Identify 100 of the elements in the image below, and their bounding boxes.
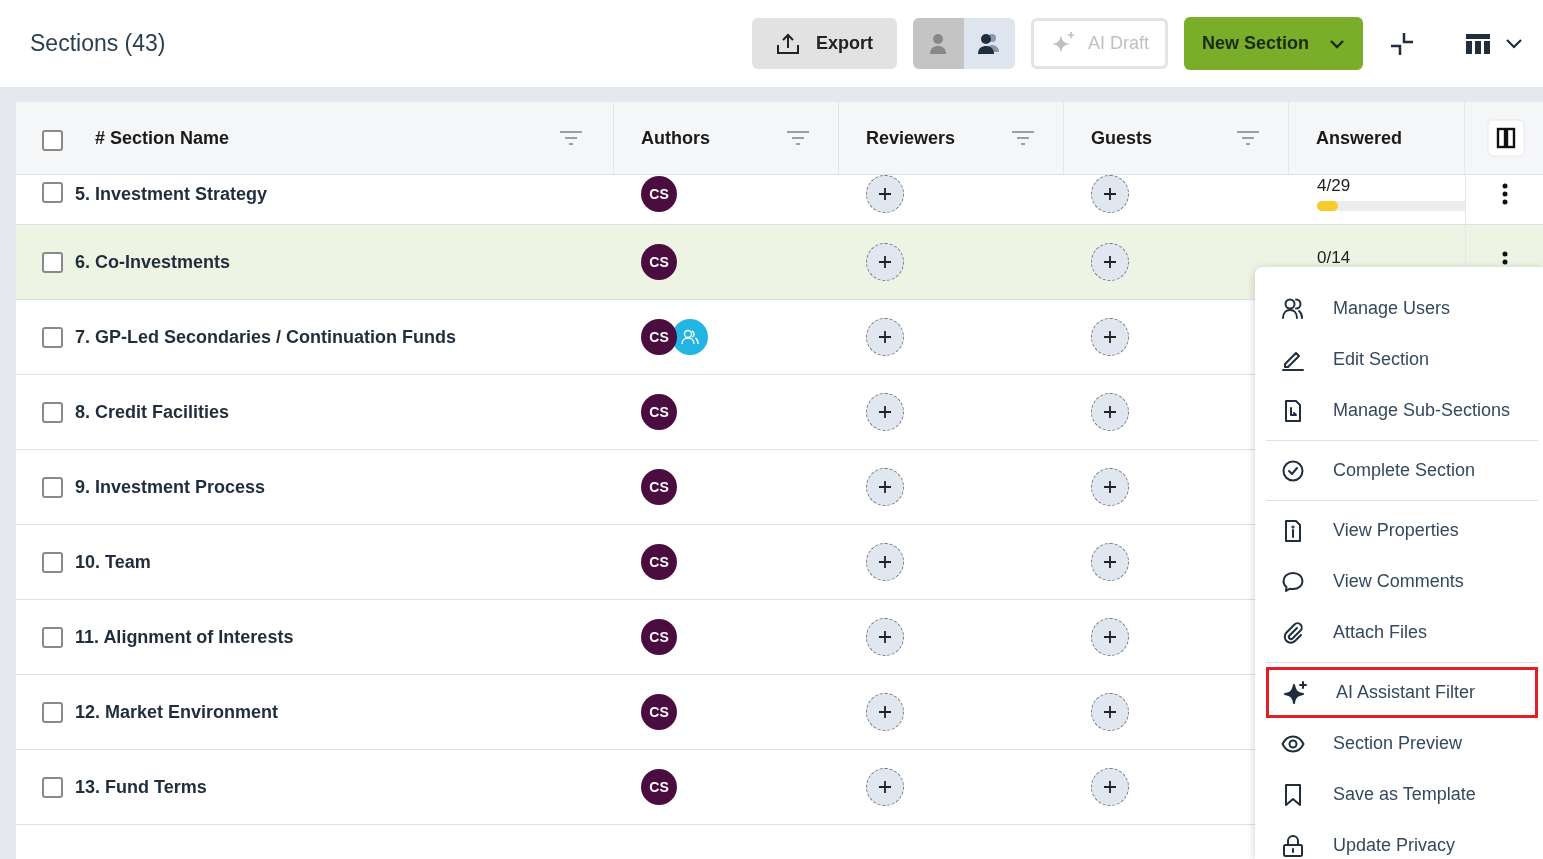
export-button[interactable]: Export	[751, 18, 897, 69]
plus-icon	[879, 188, 891, 200]
author-avatar: CS	[641, 244, 677, 280]
author-avatar: CS	[641, 769, 677, 805]
add-person-button[interactable]	[866, 618, 904, 656]
plus-icon	[1104, 556, 1116, 568]
column-header[interactable]: # Section Name	[95, 124, 230, 152]
view-toggle-button[interactable]	[963, 18, 1015, 69]
add-person-button[interactable]	[866, 318, 904, 356]
plus-icon	[1104, 256, 1116, 268]
lock-icon	[1281, 833, 1305, 858]
view-toggle-button[interactable]	[912, 18, 964, 69]
add-person-button[interactable]	[1091, 468, 1129, 506]
add-person-button[interactable]	[866, 468, 904, 506]
checkbox[interactable]	[42, 129, 63, 151]
selected-row[interactable]: 6. Co-Investments CS 0/14	[16, 225, 1543, 300]
checkbox[interactable]	[42, 401, 63, 423]
people-icon	[681, 329, 699, 345]
add-person-button[interactable]	[1091, 175, 1129, 213]
section-name[interactable]: 7. GP-Led Secondaries / Continuation Funds	[75, 323, 457, 351]
author-avatar: CS	[641, 619, 677, 655]
menu-item[interactable]: Edit Section	[1266, 334, 1538, 385]
columns-icon[interactable]	[1487, 119, 1525, 157]
column-header[interactable]: Guests	[1091, 124, 1153, 152]
plus-icon	[879, 706, 891, 718]
plus-icon	[879, 781, 891, 793]
menu-item[interactable]: View Properties	[1266, 505, 1538, 556]
author-avatar: CS	[641, 469, 677, 505]
table-layout-icon[interactable]	[1465, 32, 1491, 55]
section-name[interactable]: 12. Market Environment	[75, 698, 279, 726]
column-header[interactable]: Answered	[1316, 124, 1403, 152]
answered-count: 0/14	[1317, 247, 1352, 269]
plus-icon	[879, 331, 891, 343]
add-person-button[interactable]	[866, 768, 904, 806]
checkbox[interactable]	[42, 551, 63, 573]
column-header[interactable]: Reviewers	[866, 124, 956, 152]
menu-item[interactable]: Manage Sub-Sections	[1266, 385, 1538, 436]
section-name[interactable]: 11. Alignment of Interests	[75, 623, 294, 651]
plus-icon	[879, 556, 891, 568]
menu-item[interactable]: AI Assistant Filter	[1266, 667, 1538, 718]
column-header[interactable]: Authors	[641, 124, 710, 152]
plus-icon	[1104, 331, 1116, 343]
section-name[interactable]: 10. Team	[75, 548, 151, 576]
add-person-button[interactable]	[1091, 693, 1129, 731]
add-person-button[interactable]	[1091, 618, 1129, 656]
sparkle-icon	[1284, 680, 1308, 705]
add-person-button[interactable]	[1091, 768, 1129, 806]
check-circle-icon	[1281, 458, 1305, 483]
menu-item[interactable]: Complete Section	[1266, 445, 1538, 496]
collapse-icon[interactable]	[1389, 30, 1415, 57]
paperclip-icon	[1281, 620, 1305, 645]
page-title: Sections (43)	[30, 29, 166, 59]
checkbox[interactable]	[42, 776, 63, 798]
section-name[interactable]: 8. Credit Facilities	[75, 398, 230, 426]
section-name[interactable]: 6. Co-Investments	[75, 248, 231, 276]
add-person-button[interactable]	[866, 175, 904, 213]
section-name[interactable]: 9. Investment Process	[75, 473, 266, 501]
checkbox[interactable]	[42, 251, 63, 273]
author-avatar: CS	[641, 394, 677, 430]
plus-icon	[879, 631, 891, 643]
plus-icon	[1104, 631, 1116, 643]
plus-icon	[879, 256, 891, 268]
checkbox[interactable]	[42, 701, 63, 723]
add-person-button[interactable]	[866, 393, 904, 431]
add-person-button[interactable]	[1091, 543, 1129, 581]
section-name[interactable]: 5. Investment Strategy	[75, 181, 268, 208]
add-person-button[interactable]	[1091, 318, 1129, 356]
plus-icon	[879, 406, 891, 418]
menu-item[interactable]: Attach Files	[1266, 607, 1538, 658]
add-person-button[interactable]	[866, 693, 904, 731]
upload-icon	[775, 32, 800, 55]
checkbox[interactable]	[42, 182, 63, 203]
plus-icon	[1104, 706, 1116, 718]
add-person-button[interactable]	[866, 543, 904, 581]
menu-item[interactable]: Save as Template	[1266, 769, 1538, 820]
plus-icon	[1104, 188, 1116, 200]
checkbox[interactable]	[42, 626, 63, 648]
users-icon	[1281, 296, 1305, 321]
plus-icon	[1104, 481, 1116, 493]
people-icon	[977, 32, 1002, 55]
plus-icon	[1104, 781, 1116, 793]
menu-item[interactable]: Section Preview	[1266, 718, 1538, 769]
checkbox[interactable]	[42, 326, 63, 348]
plus-icon	[879, 481, 891, 493]
add-person-button[interactable]	[1091, 393, 1129, 431]
menu-item[interactable]: Update Privacy	[1266, 820, 1538, 859]
author-avatar: CS	[641, 319, 677, 355]
add-person-button[interactable]	[866, 243, 904, 281]
checkbox[interactable]	[42, 476, 63, 498]
chevron-down-icon	[1329, 38, 1345, 49]
chevron-down-icon[interactable]	[1505, 37, 1523, 50]
menu-item[interactable]: View Comments	[1266, 556, 1538, 607]
new-section-button[interactable]: New Section	[1183, 17, 1363, 70]
plus-icon	[1104, 406, 1116, 418]
add-person-button[interactable]	[1091, 243, 1129, 281]
author-avatar: CS	[641, 694, 677, 730]
author-avatar: CS	[641, 544, 677, 580]
more-icon[interactable]	[1502, 183, 1508, 205]
section-name[interactable]: 13. Fund Terms	[75, 773, 207, 801]
person-icon	[929, 32, 948, 55]
